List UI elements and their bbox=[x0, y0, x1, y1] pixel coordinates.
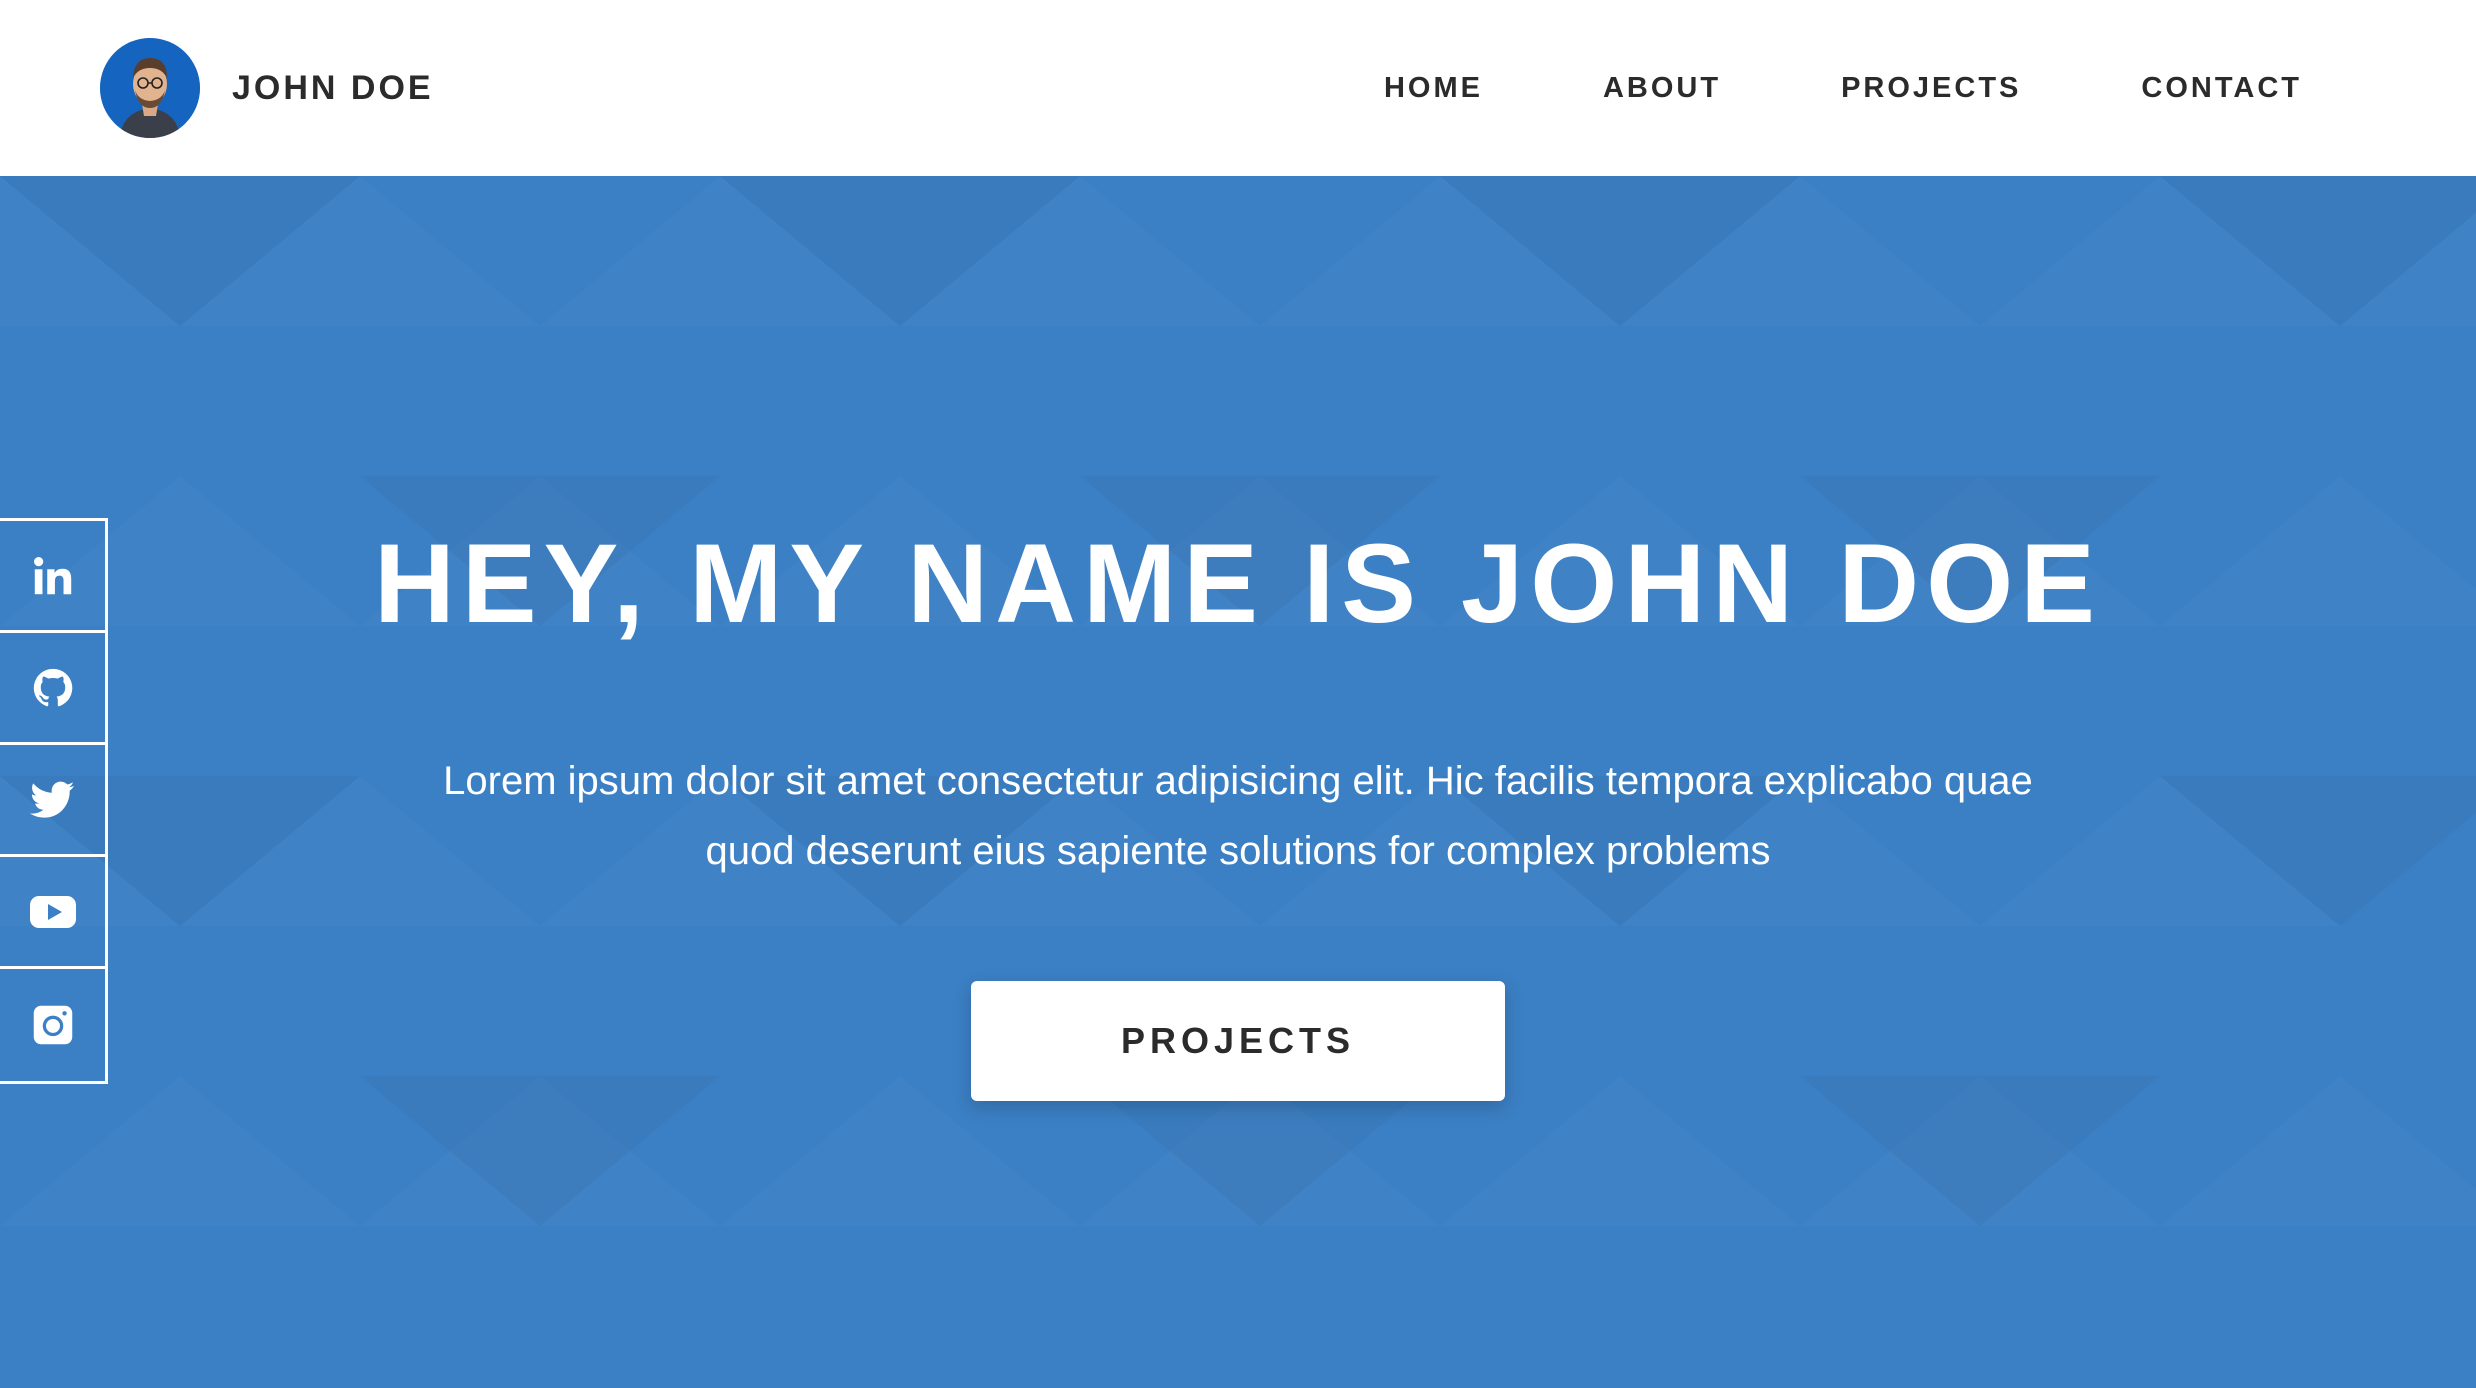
nav-projects[interactable]: PROJECTS bbox=[1841, 72, 2021, 105]
avatar bbox=[100, 38, 200, 138]
social-link-linkedin[interactable] bbox=[0, 521, 105, 633]
nav-about[interactable]: ABOUT bbox=[1603, 72, 1721, 105]
youtube-icon bbox=[29, 895, 76, 928]
nav-contact[interactable]: CONTACT bbox=[2141, 72, 2302, 105]
hero-title: HEY, MY NAME IS JOHN DOE bbox=[373, 521, 2102, 646]
social-link-instagram[interactable] bbox=[0, 969, 105, 1081]
main-nav: HOME ABOUT PROJECTS CONTACT bbox=[1384, 72, 2302, 105]
instagram-icon bbox=[33, 1005, 72, 1045]
social-link-youtube[interactable] bbox=[0, 857, 105, 969]
social-link-twitter[interactable] bbox=[0, 745, 105, 857]
github-icon bbox=[33, 668, 72, 706]
linkedin-icon bbox=[33, 556, 71, 594]
projects-button[interactable]: PROJECTS bbox=[971, 981, 1505, 1101]
social-links bbox=[0, 518, 108, 1084]
brand[interactable]: JOHN DOE bbox=[100, 0, 434, 176]
brand-name[interactable]: JOHN DOE bbox=[232, 69, 434, 108]
social-link-github[interactable] bbox=[0, 633, 105, 745]
hero-description: Lorem ipsum dolor sit amet consectetur a… bbox=[443, 759, 2033, 873]
page: JOHN DOE HOME ABOUT PROJECTS CONTACT HEY… bbox=[0, 0, 2476, 1388]
site-header: JOHN DOE HOME ABOUT PROJECTS CONTACT bbox=[0, 0, 2476, 176]
hero-section: HEY, MY NAME IS JOHN DOE Lorem ipsum dol… bbox=[0, 176, 2476, 1388]
avatar-portrait-icon bbox=[100, 38, 200, 138]
nav-home[interactable]: HOME bbox=[1384, 72, 1483, 105]
twitter-icon bbox=[29, 781, 74, 818]
